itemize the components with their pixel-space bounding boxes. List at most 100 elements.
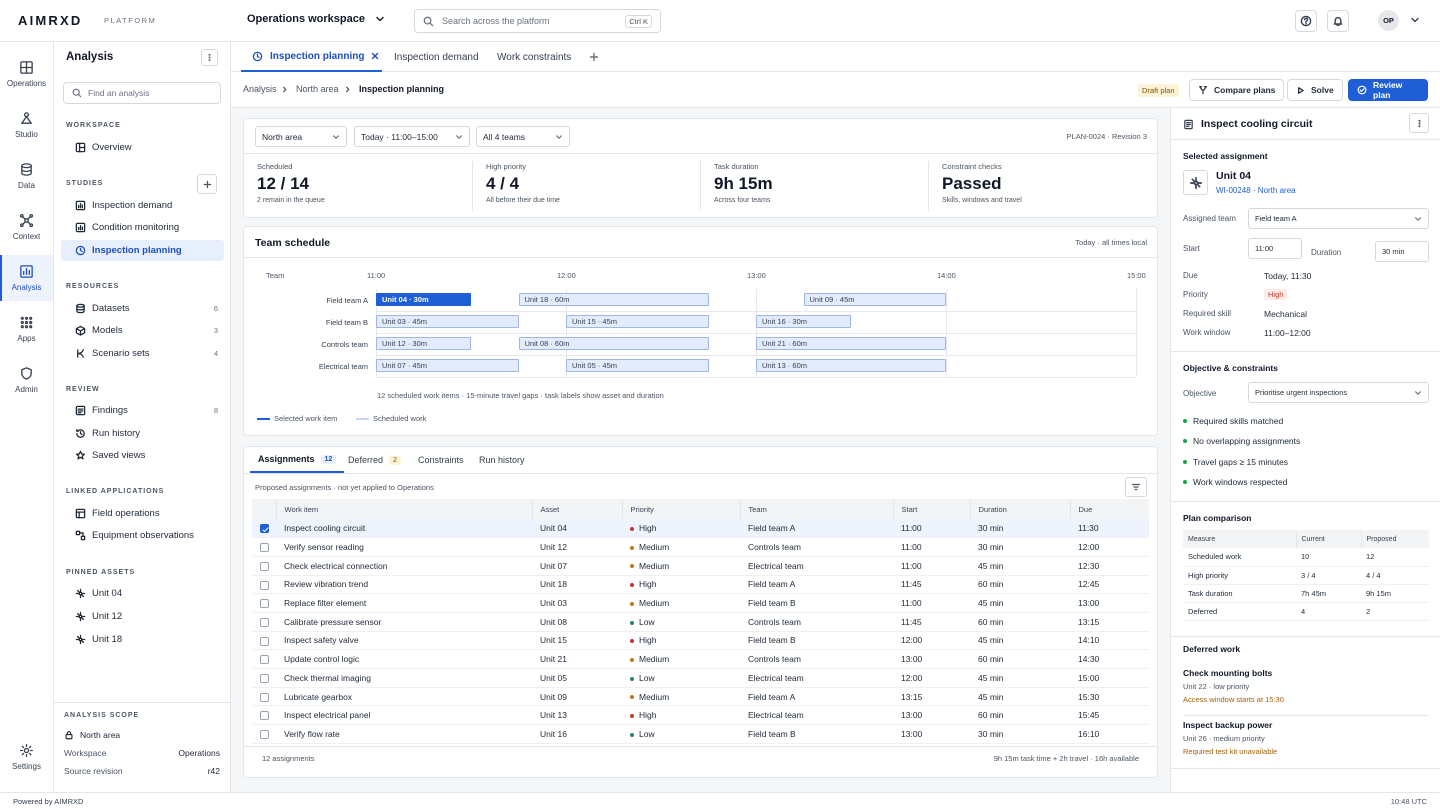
row-checkbox[interactable] bbox=[260, 692, 269, 702]
workspace-switcher[interactable]: Operations workspace bbox=[247, 13, 385, 25]
schedule-task-bar[interactable]: Unit 18 · 60m bbox=[518, 293, 709, 306]
column-header[interactable]: Work item bbox=[276, 499, 533, 519]
table-row[interactable]: Verify flow rate Unit 16 Low Field team B 13… bbox=[252, 724, 1149, 744]
table-row[interactable]: Calibrate pressure sensor Unit 08 Low Contr… bbox=[252, 612, 1149, 632]
tab-deferred[interactable]: Deferred 2 bbox=[348, 447, 401, 473]
time-window-select[interactable]: Today · 11:00–15:00 bbox=[354, 126, 470, 147]
schedule-task-bar[interactable]: Unit 05 · 45m bbox=[566, 359, 709, 372]
add-study-button[interactable] bbox=[197, 174, 217, 194]
schedule-task-bar[interactable]: Unit 09 · 45m bbox=[803, 293, 946, 306]
review-plan-button[interactable]: Review plan bbox=[1348, 79, 1428, 101]
schedule-task-bar[interactable]: Unit 04 · 30m bbox=[376, 293, 471, 306]
row-checkbox[interactable] bbox=[260, 580, 269, 590]
row-checkbox[interactable] bbox=[260, 730, 269, 740]
sidebar-item-condition-monitoring[interactable]: Condition monitoring bbox=[61, 217, 224, 238]
rail-studio[interactable]: Studio bbox=[0, 102, 53, 148]
column-header[interactable]: Duration bbox=[970, 499, 1071, 519]
row-checkbox[interactable] bbox=[260, 561, 269, 571]
sidebar-item-pinned-unit-12[interactable]: Unit 12 bbox=[61, 606, 224, 627]
column-header[interactable]: Priority bbox=[622, 499, 741, 519]
table-row[interactable]: Inspect safety valve Unit 15 High Field tea… bbox=[252, 631, 1149, 651]
sidebar-search-input[interactable]: Find an analysis bbox=[63, 82, 221, 104]
sidebar-item-saved-views[interactable]: Saved views bbox=[61, 445, 224, 466]
schedule-task-bar[interactable]: Unit 07 · 45m bbox=[376, 359, 519, 372]
schedule-task-bar[interactable]: Unit 03 · 45m bbox=[376, 315, 519, 328]
table-row[interactable]: Replace filter element Unit 03 Medium Field… bbox=[252, 593, 1149, 613]
user-avatar[interactable]: OP bbox=[1378, 10, 1399, 31]
schedule-task-bar[interactable]: Unit 15 · 45m bbox=[566, 315, 709, 328]
global-search-input[interactable]: Search across the platform Ctrl K bbox=[414, 9, 661, 33]
sidebar-item-run-history[interactable]: Run history bbox=[61, 423, 224, 444]
sidebar-item-datasets[interactable]: Datasets 6 bbox=[61, 298, 224, 319]
tab-assignments[interactable]: Assignments 12 bbox=[250, 447, 345, 473]
column-header[interactable]: Team bbox=[740, 499, 894, 519]
rail-analysis[interactable]: Analysis bbox=[0, 255, 53, 301]
teams-filter-select[interactable]: All 4 teams bbox=[476, 126, 570, 147]
row-checkbox[interactable] bbox=[260, 673, 269, 683]
row-checkbox[interactable] bbox=[260, 543, 269, 553]
tab-inspection-planning[interactable]: Inspection planning bbox=[241, 42, 382, 72]
breadcrumb-north-area[interactable]: North area bbox=[296, 84, 339, 94]
sidebar-item-scenario-sets[interactable]: Scenario sets 4 bbox=[61, 343, 224, 364]
user-menu-chevron-icon[interactable] bbox=[1410, 15, 1420, 25]
rail-admin[interactable]: Admin bbox=[0, 357, 53, 403]
column-header[interactable]: Start bbox=[893, 499, 971, 519]
tab-run-history[interactable]: Run history bbox=[479, 447, 525, 473]
tab-inspection-demand[interactable]: Inspection demand bbox=[394, 42, 479, 72]
table-row[interactable]: Review vibration trend Unit 18 High Field t… bbox=[252, 575, 1149, 595]
row-checkbox[interactable] bbox=[260, 636, 269, 646]
sidebar-item-models[interactable]: Models 3 bbox=[61, 320, 224, 341]
rail-context[interactable]: Context bbox=[0, 204, 53, 250]
table-row[interactable]: Lubricate gearbox Unit 09 Medium Field team… bbox=[252, 687, 1149, 707]
row-checkbox[interactable] bbox=[260, 617, 269, 627]
row-checkbox[interactable] bbox=[260, 655, 269, 665]
assigned-team-select[interactable]: Field team A bbox=[1248, 208, 1429, 229]
new-tab-button[interactable] bbox=[589, 42, 599, 72]
column-header[interactable]: Due bbox=[1070, 499, 1149, 519]
sidebar-item-equipment-observations[interactable]: Equipment observations bbox=[61, 525, 224, 546]
sidebar-item-pinned-unit-18[interactable]: Unit 18 bbox=[61, 629, 224, 650]
rail-data[interactable]: Data bbox=[0, 153, 53, 199]
table-row[interactable]: Verify sensor reading Unit 12 Medium Contro… bbox=[252, 537, 1149, 557]
duration-input[interactable]: 30 min bbox=[1375, 241, 1429, 262]
help-button[interactable] bbox=[1295, 10, 1317, 32]
breadcrumb-analysis[interactable]: Analysis bbox=[243, 84, 277, 94]
row-checkbox[interactable] bbox=[260, 711, 269, 721]
notifications-button[interactable] bbox=[1327, 10, 1349, 32]
deferred-item[interactable]: Inspect backup power Unit 26 · medium pr… bbox=[1183, 720, 1429, 768]
table-row[interactable]: Inspect cooling circuit Unit 04 High Field … bbox=[252, 519, 1149, 539]
objective-select[interactable]: Prioritise urgent inspections bbox=[1248, 382, 1429, 403]
deferred-item[interactable]: Check mounting bolts Unit 22 · low prior… bbox=[1183, 668, 1429, 716]
row-checkbox[interactable] bbox=[260, 599, 269, 609]
table-row[interactable]: Update control logic Unit 21 Medium Control… bbox=[252, 649, 1149, 669]
table-row[interactable]: Check electrical connection Unit 07 Medium… bbox=[252, 556, 1149, 576]
sidebar-menu-button[interactable] bbox=[201, 49, 218, 66]
schedule-task-bar[interactable]: Unit 21 · 60m bbox=[756, 337, 946, 350]
row-checkbox[interactable] bbox=[260, 524, 269, 534]
tab-constraints[interactable]: Constraints bbox=[418, 447, 464, 473]
close-icon[interactable] bbox=[371, 52, 379, 60]
sidebar-item-overview[interactable]: Overview bbox=[61, 137, 224, 158]
table-row[interactable]: Check thermal imaging Unit 05 Low Electrica… bbox=[252, 668, 1149, 688]
rail-apps[interactable]: Apps bbox=[0, 306, 53, 352]
detail-unit-reference-link[interactable]: WI-00248 · North area bbox=[1216, 186, 1296, 195]
sidebar-item-pinned-unit-04[interactable]: Unit 04 bbox=[61, 583, 224, 604]
rail-settings[interactable]: Settings bbox=[0, 734, 53, 780]
schedule-task-bar[interactable]: Unit 08 · 60m bbox=[518, 337, 709, 350]
sidebar-item-findings[interactable]: Findings 8 bbox=[61, 400, 224, 421]
area-filter-select[interactable]: North area bbox=[255, 126, 347, 147]
brand-logo[interactable]: AIMRXD bbox=[18, 13, 82, 28]
tab-work-constraints[interactable]: Work constraints bbox=[497, 42, 571, 72]
sidebar-item-inspection-planning[interactable]: Inspection planning bbox=[61, 240, 224, 261]
schedule-task-bar[interactable]: Unit 16 · 30m bbox=[756, 315, 851, 328]
sidebar-item-inspection-demand[interactable]: Inspection demand bbox=[61, 195, 224, 216]
column-header[interactable]: Asset bbox=[532, 499, 623, 519]
schedule-task-bar[interactable]: Unit 12 · 30m bbox=[376, 337, 471, 350]
table-row[interactable]: Inspect electrical panel Unit 13 High Elect… bbox=[252, 705, 1149, 726]
solve-button[interactable]: Solve bbox=[1287, 79, 1343, 101]
rail-operations[interactable]: Operations bbox=[0, 51, 53, 97]
compare-plans-button[interactable]: Compare plans bbox=[1189, 79, 1285, 101]
detail-menu-button[interactable] bbox=[1409, 113, 1429, 133]
start-time-input[interactable]: 11:00 bbox=[1248, 238, 1302, 259]
schedule-task-bar[interactable]: Unit 13 · 60m bbox=[756, 359, 946, 372]
